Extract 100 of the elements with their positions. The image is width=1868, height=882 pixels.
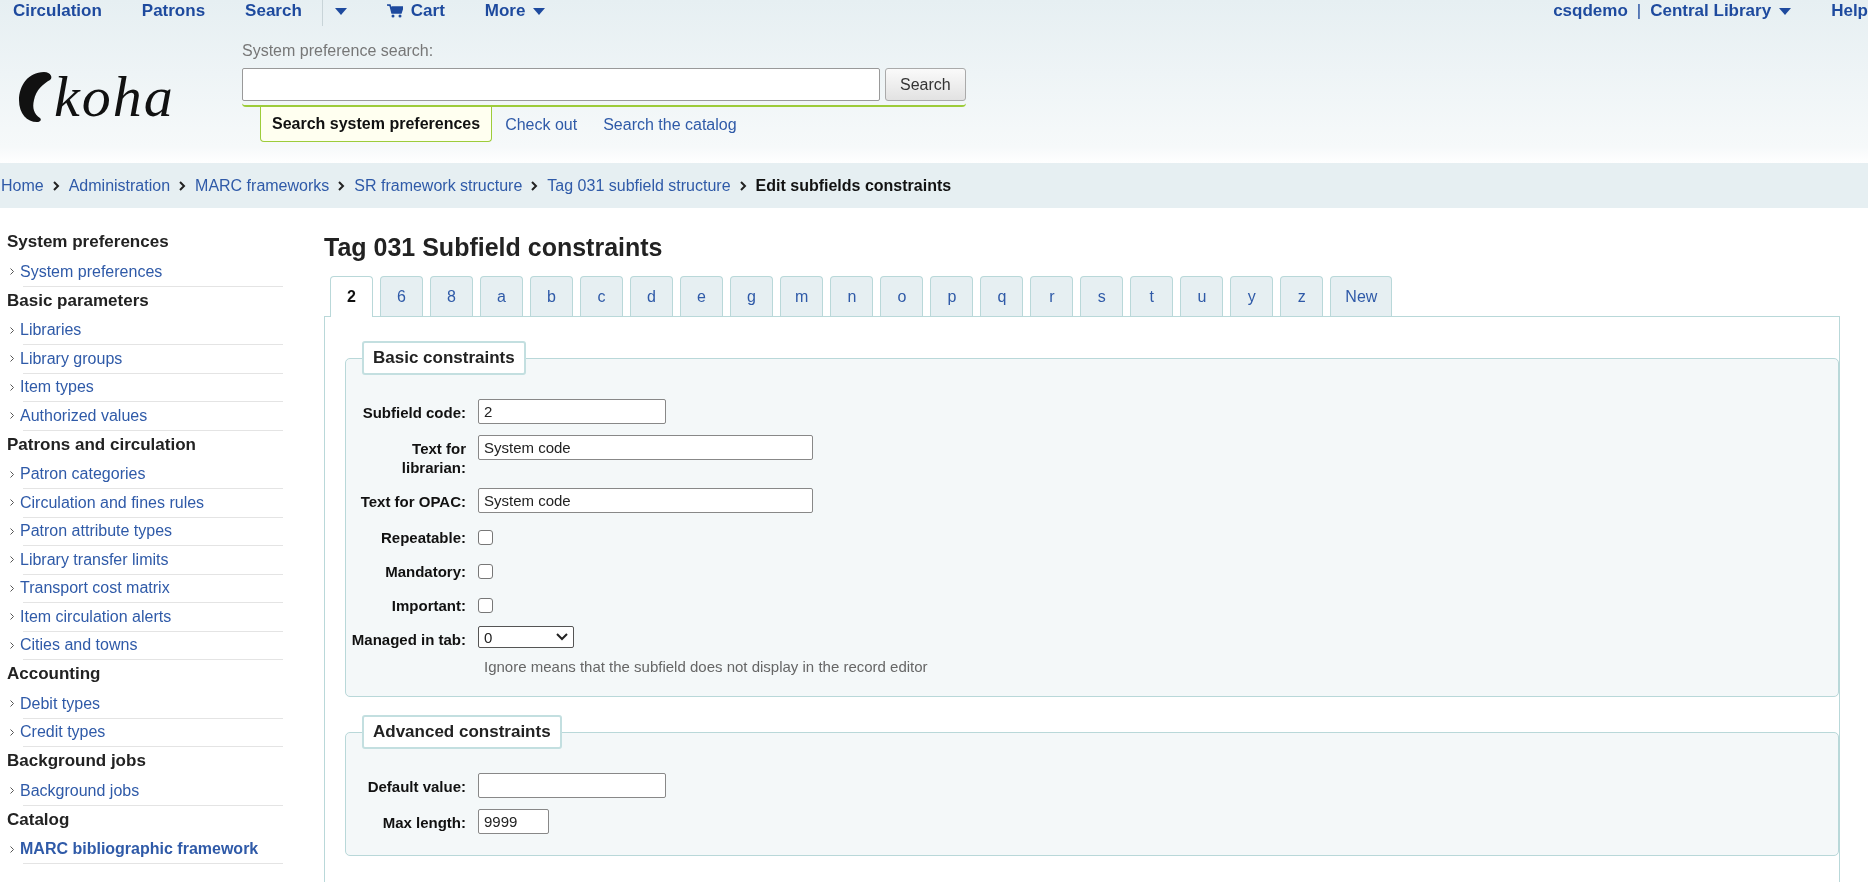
help-link[interactable]: Help xyxy=(1831,1,1868,21)
subfield-tab[interactable]: m xyxy=(780,276,824,316)
nav-link[interactable]: Patrons xyxy=(141,1,206,21)
sidebar-link[interactable]: Authorized values xyxy=(10,402,283,430)
user-link[interactable]: csqdemo xyxy=(1553,1,1628,21)
subfield-tab[interactable]: y xyxy=(1230,276,1274,316)
field-label: Subfield code: xyxy=(361,403,466,422)
more-menu[interactable]: More xyxy=(484,1,546,21)
sidebar-link[interactable]: Patron categories xyxy=(10,460,283,488)
chevron-icon xyxy=(10,499,14,507)
subfield-tab[interactable]: e xyxy=(680,276,723,316)
sidebar-link[interactable]: System preferences xyxy=(10,258,283,286)
text-input[interactable] xyxy=(478,773,666,798)
sidebar-link[interactable]: MARC bibliographic framework xyxy=(10,835,283,863)
sidebar-link[interactable]: Patron attribute types xyxy=(10,517,283,545)
search-button[interactable]: Search xyxy=(885,68,966,101)
chevron-icon xyxy=(10,641,14,649)
text-input[interactable]: 2 xyxy=(478,399,666,424)
subfield-tab[interactable]: 6 xyxy=(380,276,423,316)
chevron-icon xyxy=(10,728,14,736)
cart-link[interactable]: Cart xyxy=(386,1,445,21)
sidebar-heading: Background jobs xyxy=(7,750,147,772)
fieldset-legend: Basic constraints xyxy=(362,341,526,375)
breadcrumb-link[interactable]: SR framework structure xyxy=(354,176,523,195)
chevron-icon xyxy=(10,383,14,391)
field-label: Text for librarian: xyxy=(400,439,466,477)
chevron-icon xyxy=(10,556,14,564)
search-label: System preference search: xyxy=(242,42,435,60)
caret-icon xyxy=(533,7,546,15)
chevron-icon xyxy=(10,470,14,478)
subfield-tab[interactable]: s xyxy=(1080,276,1124,316)
field-label: Important: xyxy=(390,596,466,615)
field-label: Max length: xyxy=(381,813,466,832)
subfield-tab[interactable]: t xyxy=(1130,276,1174,316)
text-input[interactable]: System code xyxy=(478,488,813,513)
chevron-icon xyxy=(10,845,14,853)
chevron-icon xyxy=(10,355,14,363)
sidebar-heading: Basic parameters xyxy=(7,289,150,312)
search-tab[interactable]: Search system preferences xyxy=(260,107,493,142)
caret-icon xyxy=(334,7,347,15)
subfield-tab[interactable]: d xyxy=(630,276,673,316)
search-tab[interactable]: Search the catalog xyxy=(590,107,750,142)
library-menu[interactable]: Central Library xyxy=(1650,1,1792,21)
breadcrumb-link[interactable]: Administration xyxy=(68,176,171,195)
sidebar-link[interactable]: Circulation and fines rules xyxy=(10,489,283,517)
subfield-tab[interactable]: a xyxy=(480,276,523,316)
sidebar-link[interactable]: Item types xyxy=(10,373,283,401)
breadcrumb-link[interactable]: Edit subfields constraints xyxy=(755,176,952,195)
search-input[interactable] xyxy=(242,68,880,101)
subfield-tab[interactable]: New xyxy=(1330,276,1393,316)
sidebar-link[interactable]: Cities and towns xyxy=(10,631,283,659)
subfield-tab[interactable]: n xyxy=(830,276,874,316)
sidebar-link[interactable]: Libraries xyxy=(10,316,283,344)
chevron-icon xyxy=(10,527,14,535)
logo-text: koha xyxy=(54,68,175,126)
checkbox[interactable] xyxy=(478,564,493,579)
chevron-icon xyxy=(338,180,346,191)
number-input[interactable]: 9999 xyxy=(478,809,549,834)
fieldset-legend: Advanced constraints xyxy=(362,715,562,749)
subfield-tab[interactable]: p xyxy=(930,276,974,316)
subfield-tab[interactable]: u xyxy=(1180,276,1224,316)
subfield-tab[interactable]: c xyxy=(580,276,623,316)
cart-icon xyxy=(386,4,403,18)
field-label: Text for OPAC: xyxy=(359,492,466,511)
subfield-tab[interactable]: g xyxy=(730,276,773,316)
text-input[interactable]: System code xyxy=(478,435,813,460)
nav-link[interactable]: Circulation xyxy=(13,1,102,21)
chevron-icon xyxy=(10,326,14,334)
checkbox[interactable] xyxy=(478,530,493,545)
sidebar-link[interactable]: Debit types xyxy=(10,690,283,718)
chevron-icon xyxy=(179,180,187,191)
sidebar-link[interactable]: Transport cost matrix xyxy=(10,574,283,602)
page-title: Tag 031 Subfield constraints xyxy=(324,233,664,262)
subfield-tab[interactable]: r xyxy=(1030,276,1074,316)
sidebar-link[interactable]: Item circulation alerts xyxy=(10,603,283,631)
field-label: Managed in tab: xyxy=(350,630,466,649)
subfield-tab[interactable]: q xyxy=(980,276,1024,316)
checkbox[interactable] xyxy=(478,598,493,613)
sidebar-link[interactable]: Library groups xyxy=(10,345,283,373)
subfield-tab[interactable]: z xyxy=(1280,276,1324,316)
nav-link[interactable]: Search xyxy=(245,1,302,21)
breadcrumb-link[interactable]: Tag 031 subfield structure xyxy=(547,176,731,195)
subfield-tab[interactable]: b xyxy=(530,276,573,316)
subfield-tab[interactable]: o xyxy=(880,276,924,316)
sidebar-link[interactable]: Library transfer limits xyxy=(10,546,283,574)
tab-select[interactable]: 0 xyxy=(478,626,574,648)
subfield-tab[interactable]: 2 xyxy=(330,276,373,317)
chevron-icon xyxy=(531,180,539,191)
search-tab[interactable]: Check out xyxy=(492,107,591,142)
chevron-icon xyxy=(739,180,747,191)
sidebar-link[interactable]: Background jobs xyxy=(10,777,283,805)
subfield-tab[interactable]: 8 xyxy=(430,276,473,316)
field-label: Default value: xyxy=(366,777,466,796)
nav-separator: | xyxy=(1636,1,1642,21)
chevron-icon xyxy=(10,268,14,276)
sidebar-link[interactable]: Credit types xyxy=(10,718,283,746)
breadcrumb-link[interactable]: MARC frameworks xyxy=(195,176,330,195)
caret-icon xyxy=(1779,7,1792,15)
field-label: Mandatory: xyxy=(384,562,466,581)
breadcrumb-link[interactable]: Home xyxy=(1,176,44,195)
